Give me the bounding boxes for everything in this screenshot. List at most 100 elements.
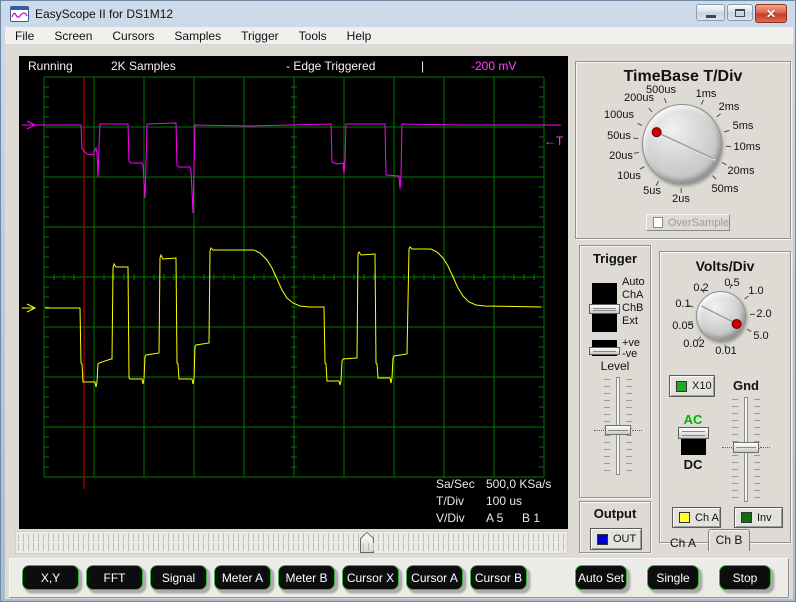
fft-button[interactable]: FFT — [86, 565, 143, 590]
switch-handle[interactable] — [589, 347, 620, 355]
out-label: OUT — [613, 533, 637, 545]
readout-value: 500,0 KSa/s — [486, 477, 552, 491]
trigger-panel: Trigger Auto ChA ChB Ext +ve -ve Level — [579, 245, 651, 498]
menu-trigger[interactable]: Trigger — [231, 27, 289, 45]
channel-a-indicator-icon — [679, 512, 690, 523]
ac-label: AC — [683, 412, 703, 427]
readout-value-a: A 5 — [486, 511, 504, 525]
oversample-checkbox[interactable]: OverSample — [646, 214, 730, 231]
trigger-source-ext: Ext — [622, 315, 638, 327]
close-icon: ✕ — [765, 6, 777, 21]
maximize-button[interactable] — [727, 4, 753, 21]
menu-tools[interactable]: Tools — [289, 27, 337, 45]
invert-label: Inv — [757, 511, 772, 524]
bottom-toolbar: X,Y FFT Signal Meter A Meter B Cursor X … — [9, 558, 789, 598]
cursor-a-button[interactable]: Cursor A — [406, 565, 463, 590]
scope-readout: Sa/Sec 500,0 KSa/s T/Div 100 us V/Div A 5 B … — [436, 476, 551, 527]
x10-button[interactable]: X10 — [669, 375, 715, 397]
volts-label-005: 0.05 — [672, 320, 694, 332]
volts-label-10: 1.0 — [748, 285, 764, 297]
trigger-source-auto: Auto — [622, 276, 645, 288]
readout-value: 100 us — [486, 494, 523, 508]
out-button[interactable]: OUT — [590, 528, 642, 550]
volts-label-20: 2.0 — [756, 308, 772, 320]
timebase-label-2ms: 2ms — [718, 101, 740, 113]
trigger-slope-switch[interactable] — [589, 340, 620, 356]
maximize-icon — [735, 8, 745, 17]
auto-set-button[interactable]: Auto Set — [575, 565, 627, 590]
channel-a-label: Ch A — [695, 511, 719, 524]
scope-display: Running 2K Samples - Edge Triggered | -2… — [19, 56, 568, 529]
gnd-slider[interactable] — [722, 397, 770, 502]
tab-channel-b[interactable]: Ch B — [708, 529, 750, 551]
client-area: Running 2K Samples - Edge Triggered | -2… — [5, 45, 793, 599]
x10-indicator-icon — [676, 380, 687, 392]
invert-button[interactable]: Inv — [734, 507, 783, 528]
slider-thumb[interactable] — [360, 532, 374, 553]
timebase-label-5ms: 5ms — [732, 120, 754, 132]
readout-label: V/Div — [436, 511, 465, 525]
tab-channel-a[interactable]: Ch A — [670, 536, 696, 550]
timebase-label-50ms: 50ms — [711, 183, 739, 195]
trigger-slope-options: +ve -ve — [622, 338, 640, 360]
switch-handle[interactable] — [678, 427, 709, 439]
trigger-level-label: Level — [600, 359, 630, 373]
timebase-label-2us: 2us — [672, 193, 690, 205]
trigger-title: Trigger — [592, 251, 638, 266]
window-title: EasyScope II for DS1M12 — [35, 7, 174, 21]
menu-file[interactable]: File — [5, 27, 44, 45]
oversample-label: OverSample — [667, 216, 729, 229]
stop-button[interactable]: Stop — [719, 565, 771, 590]
switch-handle[interactable] — [589, 304, 620, 314]
scope-canvas[interactable]: ←T — [19, 56, 568, 529]
volts-label-002: 0.02 — [683, 338, 705, 350]
ac-dc-switch[interactable] — [678, 427, 709, 455]
signal-button[interactable]: Signal — [150, 565, 207, 590]
trigger-source-options: Auto ChA ChB Ext — [622, 276, 645, 328]
meter-a-button[interactable]: Meter A — [214, 565, 271, 590]
timebase-label-10us: 10us — [617, 170, 641, 182]
timebase-label-10ms: 10ms — [733, 141, 761, 153]
minimize-button[interactable] — [696, 4, 725, 21]
cursor-x-button[interactable]: Cursor X — [342, 565, 399, 590]
invert-indicator-icon — [741, 512, 752, 523]
checkbox-icon[interactable] — [653, 217, 663, 228]
gnd-label: Gnd — [733, 378, 759, 393]
menu-screen[interactable]: Screen — [44, 27, 102, 45]
titlebar[interactable]: EasyScope II for DS1M12 ✕ — [1, 1, 795, 27]
trigger-source-switch[interactable] — [589, 283, 620, 332]
output-panel: Output OUT — [579, 501, 651, 553]
menu-cursors[interactable]: Cursors — [102, 27, 164, 45]
readout-label: T/Div — [436, 494, 464, 508]
single-button[interactable]: Single — [647, 565, 699, 590]
meter-b-button[interactable]: Meter B — [278, 565, 335, 590]
close-button[interactable]: ✕ — [755, 4, 787, 23]
menu-samples[interactable]: Samples — [164, 27, 231, 45]
horizontal-position-slider[interactable] — [15, 531, 568, 554]
timebase-label-20ms: 20ms — [727, 165, 755, 177]
channel-a-button[interactable]: Ch A — [672, 507, 721, 528]
trigger-source-chb: ChB — [622, 302, 644, 314]
x10-label: X10 — [692, 380, 712, 392]
volts-label-02: 0.2 — [693, 282, 709, 294]
trigger-level-slider[interactable] — [594, 377, 642, 475]
readout-value-b: B 1 — [522, 511, 541, 525]
readout-label: Sa/Sec — [436, 477, 475, 491]
menu-help[interactable]: Help — [337, 27, 382, 45]
dc-label: DC — [683, 457, 703, 472]
voltsdiv-title: Volts/Div — [695, 258, 755, 274]
timebase-knob[interactable] — [642, 104, 722, 184]
cursor-b-button[interactable]: Cursor B — [470, 565, 527, 590]
slider-thumb[interactable] — [594, 425, 642, 435]
slider-thumb[interactable] — [722, 442, 770, 453]
output-title: Output — [593, 506, 637, 521]
timebase-label-1ms: 1ms — [695, 88, 717, 100]
volts-label-01: 0.1 — [675, 298, 691, 310]
menubar: File Screen Cursors Samples Trigger Tool… — [5, 27, 793, 45]
svg-text:←T: ←T — [544, 134, 564, 148]
xy-button[interactable]: X,Y — [22, 565, 79, 590]
timebase-label-100us: 100us — [604, 109, 634, 121]
timebase-label-5us: 5us — [643, 185, 661, 197]
trigger-source-cha: ChA — [622, 289, 644, 301]
voltsdiv-knob[interactable] — [696, 291, 746, 341]
